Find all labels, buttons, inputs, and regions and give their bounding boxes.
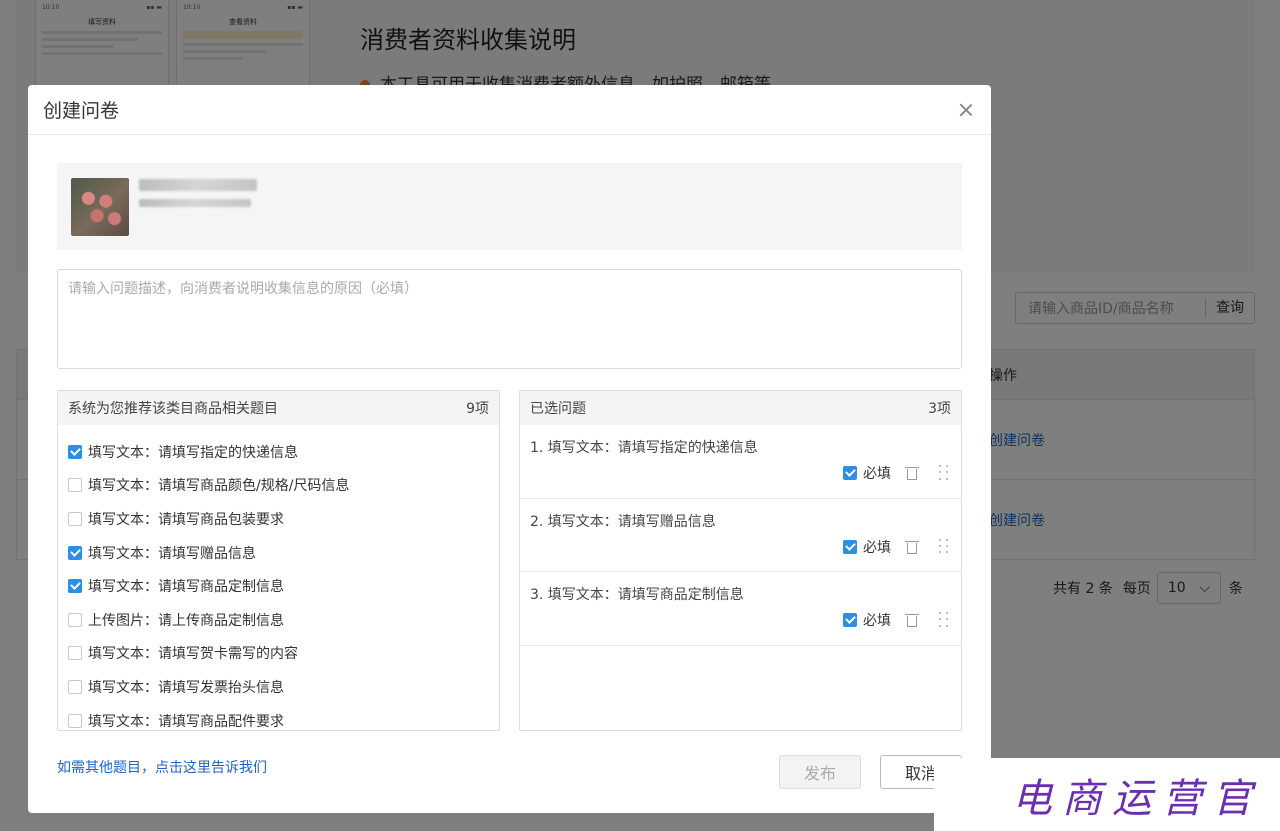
trash-icon[interactable] (905, 465, 919, 481)
watermark-text: 电商运营官 (1012, 775, 1262, 822)
item-actions: 必填 (843, 463, 949, 483)
product-image (71, 178, 129, 236)
recommended-item-label: 填写文本：请填写贺卡需写的内容 (88, 646, 298, 663)
recommended-item[interactable]: 填写文本：请填写贺卡需写的内容 (58, 637, 499, 671)
recommended-item-label: 填写文本：请填写赠品信息 (88, 545, 256, 562)
required-label: 必填 (863, 466, 891, 482)
recommended-item[interactable]: 填写文本：请填写指定的快递信息 (58, 435, 499, 469)
drag-handle-icon[interactable] (939, 538, 949, 555)
publish-button[interactable]: 发布 (779, 755, 861, 789)
required-label: 必填 (863, 613, 891, 629)
recommended-item[interactable]: 填写文本：请填写发票抬头信息 (58, 670, 499, 704)
selected-item: 2. 填写文本：请填写赠品信息必填 (520, 499, 961, 572)
checkbox[interactable] (68, 478, 82, 493)
description-input[interactable] (57, 269, 962, 369)
request-more-questions-link[interactable]: 如需其他题目，点击这里告诉我们 (57, 757, 267, 777)
checkbox[interactable] (68, 511, 82, 526)
checkbox[interactable] (68, 545, 82, 560)
product-card (57, 163, 962, 250)
required-checkbox[interactable] (843, 539, 857, 554)
recommended-item-label: 填写文本：请填写商品配件要求 (88, 713, 284, 730)
recommended-questions-panel: 系统为您推荐该类目商品相关题目 9项 填写文本：请填写指定的快递信息 填写文本：请… (57, 390, 500, 731)
recommended-item[interactable]: 填写文本：请填写商品包装要求 (58, 502, 499, 536)
recommended-item[interactable]: 填写文本：请填写商品定制信息 (58, 569, 499, 603)
product-id-redacted (139, 199, 251, 207)
recommended-item[interactable]: 填写文本：请填写赠品信息 (58, 536, 499, 570)
selected-item-label: 2. 填写文本：请填写赠品信息 (530, 513, 716, 530)
dialog-header: 创建问卷 (28, 85, 991, 135)
checkbox[interactable] (68, 579, 82, 594)
checkbox[interactable] (68, 713, 82, 728)
trash-icon[interactable] (905, 612, 919, 628)
item-actions: 必填 (843, 610, 949, 630)
selected-questions-panel: 已选问题 3项 1. 填写文本：请填写指定的快递信息 必填 2. 填写文本：请填写赠… (519, 390, 962, 731)
panel-header: 系统为您推荐该类目商品相关题目 9项 (58, 391, 499, 425)
create-survey-dialog: 创建问卷 系统为您推荐该类目商品相关题目 9项 填写文本：请填写指定的快递信息填… (28, 85, 991, 813)
selected-list: 1. 填写文本：请填写指定的快递信息 必填 2. 填写文本：请填写赠品信息 必填 3. … (520, 425, 961, 646)
close-icon[interactable] (956, 100, 976, 120)
panel-title: 已选问题 (530, 401, 586, 417)
required-checkbox[interactable] (843, 613, 857, 627)
recommended-item[interactable]: 填写文本：请填写商品配件要求 (58, 704, 499, 730)
watermark-banner: 电商运营官 (934, 758, 1280, 831)
recommended-item-label: 填写文本：请填写发票抬头信息 (88, 679, 284, 696)
selected-item-label: 1. 填写文本：请填写指定的快递信息 (530, 440, 758, 456)
required-toggle[interactable]: 必填 (843, 537, 891, 557)
drag-handle-icon[interactable] (939, 612, 949, 628)
required-checkbox[interactable] (843, 466, 857, 480)
recommended-item[interactable]: 上传图片：请上传商品定制信息 (58, 603, 499, 637)
dialog-title: 创建问卷 (43, 100, 120, 122)
required-toggle[interactable]: 必填 (843, 463, 891, 483)
selected-item: 1. 填写文本：请填写指定的快递信息必填 (520, 425, 961, 499)
required-label: 必填 (863, 539, 891, 556)
selected-item: 3. 填写文本：请填写商品定制信息必填 (520, 572, 961, 646)
checkbox[interactable] (68, 444, 82, 459)
product-name-redacted (139, 179, 257, 191)
recommended-item-label: 上传图片：请上传商品定制信息 (88, 612, 284, 629)
panel-title: 系统为您推荐该类目商品相关题目 (68, 401, 278, 417)
checkbox[interactable] (68, 646, 82, 661)
item-actions: 必填 (843, 537, 949, 557)
panel-header: 已选问题 3项 (520, 391, 961, 425)
required-toggle[interactable]: 必填 (843, 610, 891, 630)
checkbox[interactable] (68, 679, 82, 694)
drag-handle-icon[interactable] (939, 465, 949, 481)
selected-item-label: 3. 填写文本：请填写商品定制信息 (530, 587, 744, 603)
panel-count: 3项 (928, 401, 951, 417)
trash-icon[interactable] (905, 539, 919, 555)
recommended-item-label: 填写文本：请填写商品颜色/规格/尺码信息 (88, 478, 350, 495)
recommended-item[interactable]: 填写文本：请填写商品颜色/规格/尺码信息 (58, 469, 499, 503)
checkbox[interactable] (68, 612, 82, 627)
recommended-item-label: 填写文本：请填写商品包装要求 (88, 511, 284, 528)
panel-count: 9项 (466, 401, 489, 417)
recommended-item-label: 填写文本：请填写商品定制信息 (88, 579, 284, 596)
recommended-item-label: 填写文本：请填写指定的快递信息 (88, 444, 298, 461)
recommended-list: 填写文本：请填写指定的快递信息填写文本：请填写商品颜色/规格/尺码信息 填写文本：… (58, 425, 499, 730)
